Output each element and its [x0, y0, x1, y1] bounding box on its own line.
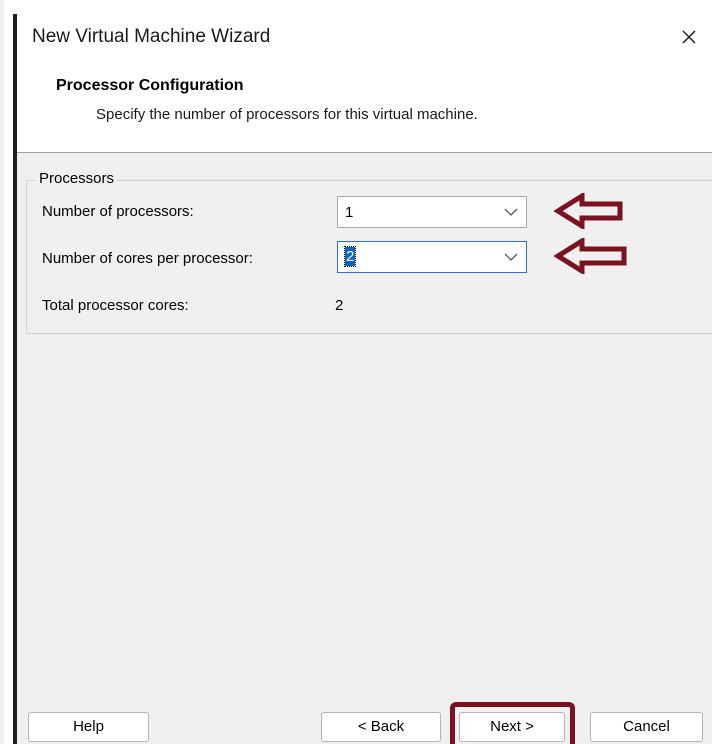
left-arrow-icon [554, 238, 627, 274]
title-bar: New Virtual Machine Wizard [17, 10, 712, 64]
wizard-header: Processor Configuration Specify the numb… [17, 64, 712, 153]
cancel-button[interactable]: Cancel [590, 712, 703, 742]
total-cores-value: 2 [335, 297, 344, 314]
num-processors-label: Number of processors: [42, 203, 194, 220]
wizard-window: New Virtual Machine Wizard Processor Con… [17, 10, 712, 744]
screenshot-stage: New Virtual Machine Wizard Processor Con… [0, 0, 712, 744]
background-edge [0, 0, 4, 744]
num-processors-value: 1 [345, 204, 354, 221]
processors-group-legend: Processors [36, 170, 118, 187]
back-button[interactable]: < Back [321, 712, 441, 742]
page-title: Processor Configuration [56, 77, 244, 94]
window-title: New Virtual Machine Wizard [32, 26, 271, 47]
cores-per-processor-value: 2 [343, 246, 357, 267]
page-subtitle: Specify the number of processors for thi… [96, 106, 478, 123]
cores-per-processor-select[interactable]: 2 [337, 241, 527, 273]
total-cores-label: Total processor cores: [42, 297, 189, 314]
next-button-annotation-box [450, 702, 575, 744]
chevron-down-icon [504, 253, 518, 261]
close-button[interactable] [666, 14, 712, 60]
left-arrow-icon [554, 193, 623, 229]
num-processors-select[interactable]: 1 [337, 196, 527, 228]
help-button[interactable]: Help [28, 712, 149, 742]
chevron-down-icon [504, 208, 518, 216]
close-icon [682, 30, 696, 44]
cores-per-processor-label: Number of cores per processor: [42, 250, 253, 267]
